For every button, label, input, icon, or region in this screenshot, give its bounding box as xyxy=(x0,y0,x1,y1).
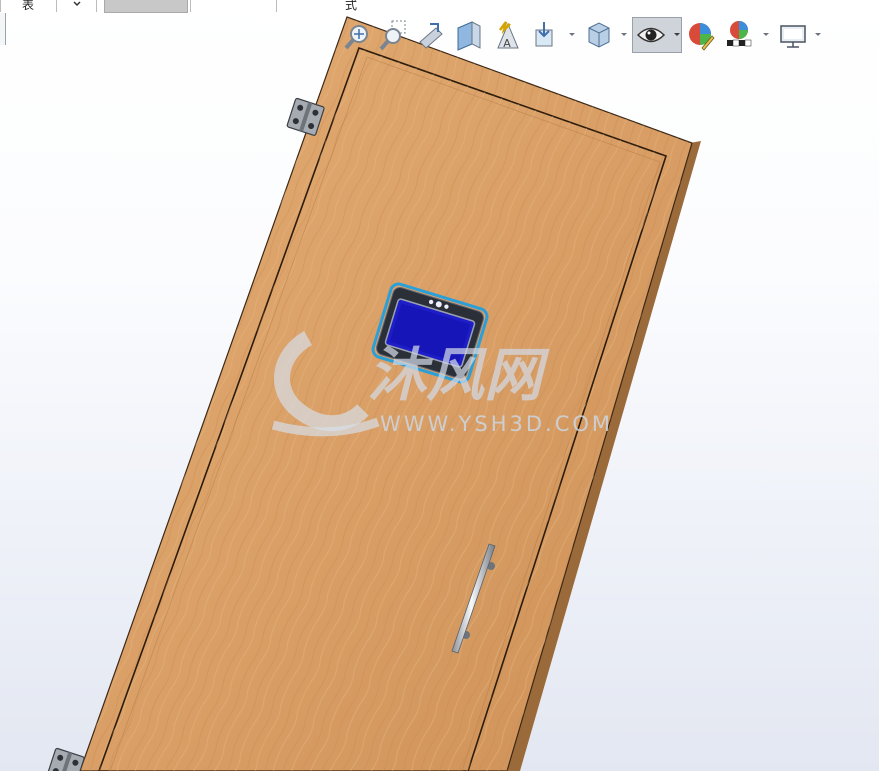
view-orientation-icon xyxy=(535,22,553,47)
hinge-bottom[interactable] xyxy=(46,747,85,771)
svg-text:A: A xyxy=(503,37,511,50)
view-orientation-button[interactable] xyxy=(530,18,560,52)
edit-appearance-button[interactable] xyxy=(686,18,716,52)
dynamic-annotation-icon: A xyxy=(497,21,519,50)
hide-show-items-icon xyxy=(636,27,666,43)
chevron-down-icon[interactable] xyxy=(568,31,576,39)
section-view-button[interactable] xyxy=(454,18,484,52)
dynamic-annotation-button[interactable]: A xyxy=(492,18,522,52)
zoom-to-area-button[interactable] xyxy=(378,18,408,52)
chevron-down-icon[interactable] xyxy=(620,31,628,39)
section-view-icon xyxy=(457,21,481,51)
zoom-to-fit-icon xyxy=(344,25,368,50)
chevron-down-icon[interactable] xyxy=(762,31,770,39)
edit-appearance-icon xyxy=(689,23,715,51)
zoom-to-fit-button[interactable] xyxy=(342,18,372,52)
hide-show-items-button[interactable] xyxy=(636,18,666,52)
heads-up-view-toolbar: A xyxy=(340,16,840,56)
apply-scene-button[interactable] xyxy=(724,18,754,52)
previous-view-button[interactable] xyxy=(416,18,446,52)
chevron-down-icon[interactable] xyxy=(814,31,822,39)
zoom-to-area-icon xyxy=(379,20,406,51)
watermark-url: WWW.YSH3D.COM xyxy=(380,412,614,436)
apply-scene-icon xyxy=(727,21,752,47)
watermark-logo-text: 沐风网 xyxy=(368,341,550,409)
display-style-icon xyxy=(588,22,610,48)
previous-view-icon xyxy=(419,23,443,49)
view-settings-button[interactable] xyxy=(778,18,808,52)
view-settings-icon xyxy=(780,25,806,48)
display-style-button[interactable] xyxy=(584,18,614,52)
chevron-down-icon[interactable] xyxy=(673,31,681,39)
